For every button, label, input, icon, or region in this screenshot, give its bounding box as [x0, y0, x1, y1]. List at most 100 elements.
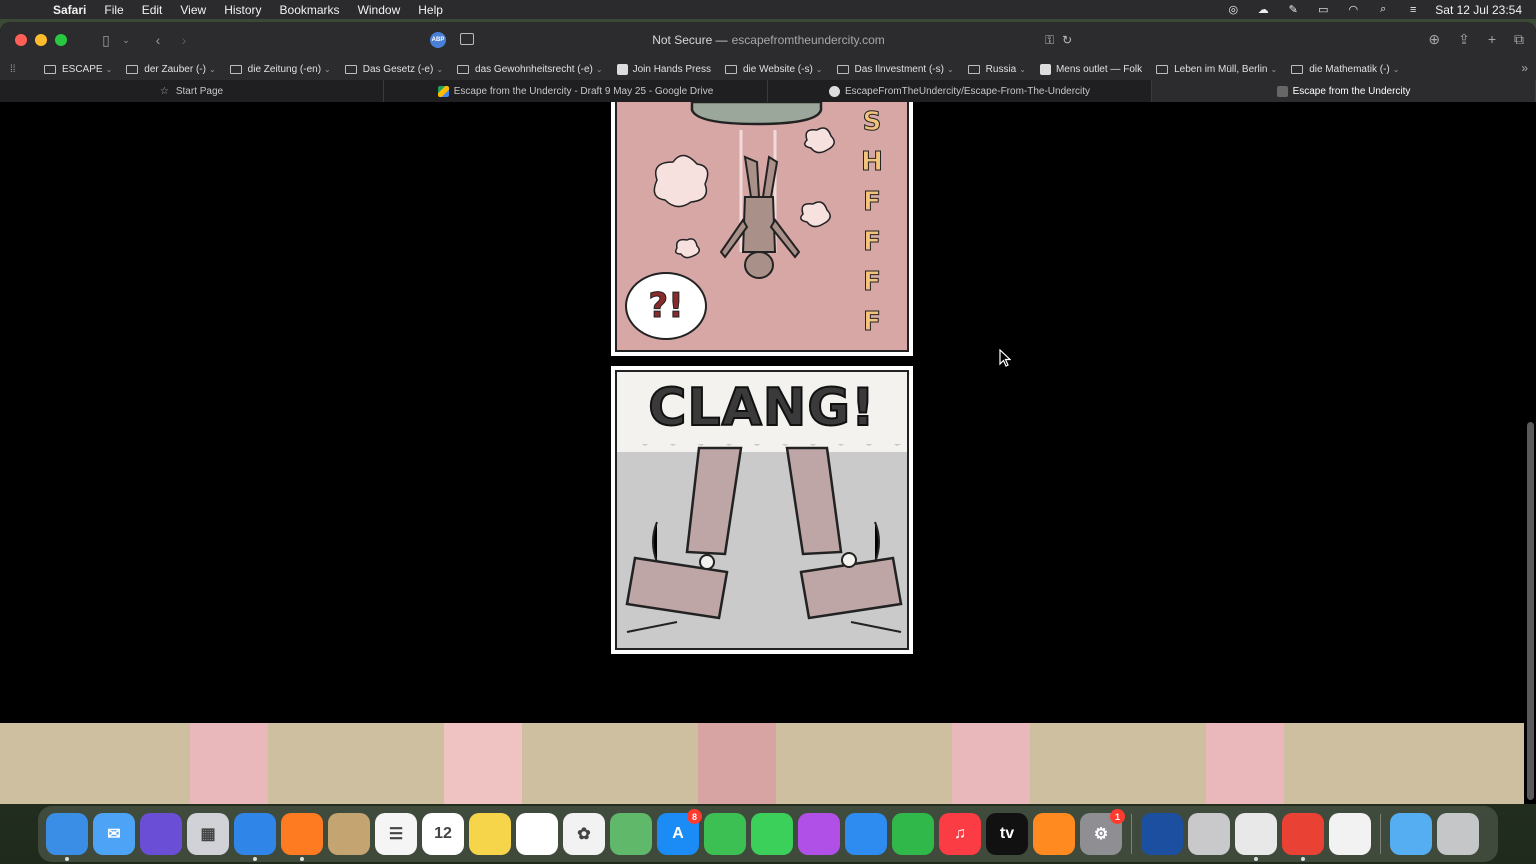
- books-dock-icon[interactable]: [1033, 813, 1075, 855]
- bookmark-folder-gewohnheitsrecht[interactable]: das Gewohnheitsrecht (-e) ⌄: [457, 64, 603, 75]
- reload-icon[interactable]: ↻: [1062, 33, 1072, 48]
- address-bar[interactable]: Not Secure — escapefromtheundercity.com: [456, 28, 1081, 52]
- strip-segment: [522, 723, 698, 804]
- spotlight-search-icon[interactable]: ⌕: [1375, 3, 1391, 16]
- notification-badge: 8: [687, 809, 702, 824]
- tab-github[interactable]: EscapeFromTheUndercity/Escape-From-The-U…: [768, 80, 1152, 102]
- messages-dock-icon[interactable]: [751, 813, 793, 855]
- running-indicator: [1301, 857, 1305, 861]
- running-indicator: [65, 857, 69, 861]
- siri-dock-icon[interactable]: [140, 813, 182, 855]
- downloads-icon[interactable]: ⊕: [1428, 31, 1440, 48]
- sidebar-chevron-icon[interactable]: ⌄: [119, 35, 133, 46]
- bookmark-label: die Website (-s): [742, 63, 813, 75]
- strip-segment: [444, 723, 522, 804]
- back-button[interactable]: ‹: [145, 32, 171, 48]
- menu-bookmarks[interactable]: Bookmarks: [271, 3, 349, 17]
- bookmarks-grid-icon[interactable]: ⁞⁞: [10, 64, 20, 75]
- firefox-dock-icon[interactable]: [281, 813, 323, 861]
- folder-icon: [126, 64, 139, 74]
- mail-dock-icon[interactable]: ✉: [93, 813, 135, 855]
- textedit-dock-icon[interactable]: [1329, 813, 1371, 855]
- safari-dock-icon[interactable]: [234, 813, 276, 861]
- tab-escape-from-the-undercity[interactable]: Escape from the Undercity: [1152, 80, 1536, 102]
- menu-help[interactable]: Help: [409, 3, 452, 17]
- menu-bar: Safari File Edit View History Bookmarks …: [0, 0, 1536, 19]
- split-app-dock-icon[interactable]: [1141, 813, 1183, 855]
- downloads-folder-dock-icon[interactable]: [1390, 813, 1432, 855]
- bookmark-folder-russia[interactable]: Russia ⌄: [967, 64, 1026, 75]
- tab-start-page[interactable]: ☆ Start Page: [0, 80, 384, 102]
- adblock-extension-icon[interactable]: ABP: [430, 32, 446, 48]
- bookmark-folder-investment[interactable]: Das Ilnvestment (-s) ⌄: [836, 64, 954, 75]
- menu-edit[interactable]: Edit: [133, 3, 172, 17]
- podcasts-dock-icon[interactable]: [798, 813, 840, 855]
- menu-history[interactable]: History: [215, 3, 270, 17]
- running-indicator: [300, 857, 304, 861]
- freeform-dock-icon[interactable]: [516, 813, 558, 855]
- menubar-clock[interactable]: Sat 12 Jul 23:54: [1435, 3, 1522, 17]
- control-center-icon[interactable]: ≡: [1405, 4, 1421, 16]
- tab-overview-icon[interactable]: ⧉: [1514, 31, 1524, 48]
- sfx-letter: F: [863, 307, 882, 338]
- chatgpt-status-icon[interactable]: ◎: [1225, 4, 1241, 16]
- safari-window: ▯ ⌄ ‹ › ABP Not Secure — escapefromtheun…: [0, 22, 1536, 804]
- trash-dock-icon[interactable]: [1437, 813, 1479, 855]
- keynote-dock-icon[interactable]: [845, 813, 887, 855]
- share-icon[interactable]: ⇪: [1458, 31, 1470, 48]
- folder-icon: [457, 64, 470, 74]
- bookmark-folder-gesetz[interactable]: Das Gesetz (-e) ⌄: [344, 63, 443, 75]
- folder-icon: [1291, 64, 1304, 74]
- chatgpt-dock-icon[interactable]: [1235, 813, 1277, 861]
- contacts-dock-icon[interactable]: [328, 813, 370, 855]
- launchpad-dock-icon[interactable]: ▦: [187, 813, 229, 855]
- bookmark-folder-website[interactable]: die Website (-s) ⌄: [724, 63, 823, 75]
- site-favicon-icon: [1039, 63, 1051, 75]
- apple-tv-dock-icon[interactable]: tv: [986, 813, 1028, 855]
- reminders-dock-icon[interactable]: ☰: [375, 813, 417, 855]
- bookmark-folder-leben[interactable]: Leben im Müll, Berlin ⌄: [1156, 64, 1277, 75]
- strip-segment: [268, 723, 444, 804]
- menu-app-safari[interactable]: Safari: [44, 3, 95, 17]
- facetime-dock-icon[interactable]: [704, 813, 746, 855]
- chrome-dock-icon[interactable]: [1282, 813, 1324, 861]
- page-scrollbar[interactable]: [1527, 422, 1534, 800]
- pen-status-icon[interactable]: ✎: [1285, 4, 1301, 16]
- tab-google-drive[interactable]: Escape from the Undercity - Draft 9 May …: [384, 80, 768, 102]
- finder-dock-icon[interactable]: [46, 813, 88, 861]
- close-window-button[interactable]: [15, 34, 27, 46]
- app-store-dock-icon[interactable]: A8: [657, 809, 702, 855]
- new-tab-icon[interactable]: +: [1488, 31, 1496, 48]
- music-dock-icon[interactable]: ♫: [939, 813, 981, 855]
- notes-app-dock-icon[interactable]: [1188, 813, 1230, 855]
- calendar-dock-icon[interactable]: 12: [422, 813, 464, 855]
- bookmark-label: Das Gesetz (-e): [362, 63, 434, 75]
- keyboard-status-icon[interactable]: ▭: [1315, 4, 1331, 16]
- bookmark-folder-zauber[interactable]: der Zauber (-) ⌄: [126, 64, 216, 75]
- minimize-window-button[interactable]: [35, 34, 47, 46]
- bookmarks-overflow-icon[interactable]: »: [1521, 61, 1528, 75]
- photos-dock-icon[interactable]: ✿: [563, 813, 605, 855]
- numbers-dock-icon[interactable]: [892, 813, 934, 855]
- bookmark-folder-mathematik[interactable]: die Mathematik (-) ⌄: [1291, 64, 1399, 75]
- menu-window[interactable]: Window: [349, 3, 410, 17]
- translate-icon[interactable]: ⚿: [1045, 33, 1054, 48]
- notes-dock-icon[interactable]: [469, 813, 511, 855]
- cloud-status-icon[interactable]: ☁: [1255, 4, 1271, 16]
- wifi-icon[interactable]: ◠: [1345, 4, 1361, 16]
- dock-separator: [1131, 814, 1132, 854]
- menu-file[interactable]: File: [95, 3, 132, 17]
- sidebar-toggle-icon[interactable]: ▯: [93, 32, 119, 49]
- bookmark-mens-outlet[interactable]: Mens outlet — Folk: [1039, 63, 1142, 75]
- maps-dock-icon[interactable]: [610, 813, 652, 855]
- bookmark-join-hands-press[interactable]: Join Hands Press: [616, 63, 711, 75]
- system-settings-dock-icon[interactable]: ⚙ 1: [1080, 809, 1125, 855]
- menu-view[interactable]: View: [171, 3, 215, 17]
- bookmark-folder-zeitung[interactable]: die Zeitung (-en) ⌄: [229, 64, 331, 75]
- fullscreen-window-button[interactable]: [55, 34, 67, 46]
- sound-effect-shffff: S H F F F F: [857, 102, 887, 342]
- comic-panel-clang: CLANG!: [611, 366, 913, 654]
- bookmark-folder-escape[interactable]: ESCAPE ⌄: [44, 64, 112, 75]
- forward-button[interactable]: ›: [171, 32, 197, 48]
- dock-separator: [1380, 814, 1381, 854]
